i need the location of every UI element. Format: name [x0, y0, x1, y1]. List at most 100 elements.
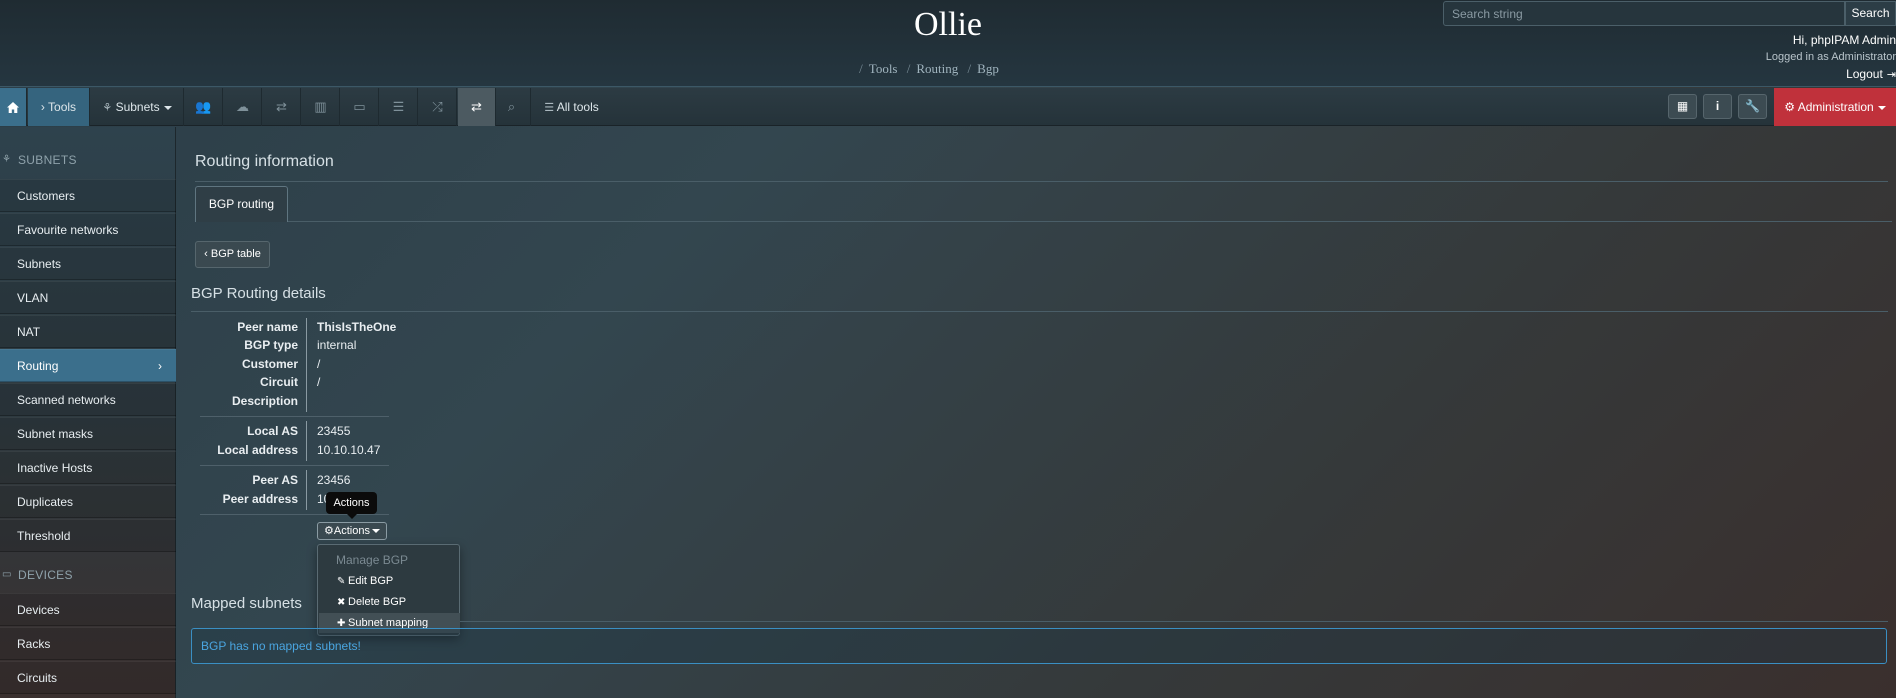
- page-title: Routing information: [195, 153, 334, 170]
- sidebar-item-favourite-networks[interactable]: Favourite networks: [0, 213, 176, 246]
- nav-groups[interactable]: 👥: [185, 88, 223, 126]
- sidebar-item-label: Circuits: [17, 671, 58, 685]
- nav-cloud[interactable]: ☁: [224, 88, 262, 126]
- sidebar-item-subnets[interactable]: Subnets: [0, 247, 176, 280]
- home-button[interactable]: [0, 88, 27, 126]
- pencil-icon: ✎: [337, 576, 346, 587]
- sidebar-header-label: DEVICES: [18, 568, 73, 582]
- menu-item-label: Edit BGP: [348, 575, 394, 587]
- sidebar-item-inactive-hosts[interactable]: Inactive Hosts: [0, 451, 176, 484]
- nav-map[interactable]: ▥: [302, 88, 340, 126]
- sidebar-item-threshold[interactable]: Threshold: [0, 519, 176, 552]
- sidebar-item-circuits[interactable]: Circuits: [0, 661, 176, 694]
- no-mapped-subnets-alert: BGP has no mapped subnets!: [191, 628, 1887, 664]
- peer-as-label: Peer AS: [252, 473, 298, 487]
- list-icon: ☰: [544, 102, 555, 114]
- caret-down-icon: [163, 105, 172, 110]
- desktop-icon: ▭: [353, 99, 366, 114]
- nav-tools[interactable]: › Tools: [28, 88, 90, 126]
- actions-label: Actions: [333, 525, 370, 537]
- th-large-icon: ▦: [1676, 99, 1689, 113]
- peer-name-label: Peer name: [237, 320, 298, 334]
- actions-tooltip: Actions: [326, 492, 377, 519]
- customer-label: Customer: [241, 357, 298, 371]
- sidebar-header-devices: ▭ DEVICES: [0, 560, 176, 590]
- tab-bar-divider: [288, 221, 1892, 222]
- nav-routing[interactable]: ⇄: [458, 88, 496, 126]
- sidebar-item-customers[interactable]: Customers: [0, 179, 176, 212]
- sidebar-item-label: Scanned networks: [17, 393, 116, 407]
- nav-nat[interactable]: ⤮: [419, 88, 457, 126]
- nav-devices[interactable]: ▭: [341, 88, 379, 126]
- circuit-value: /: [317, 375, 321, 389]
- chevron-right-icon: ›: [158, 359, 162, 373]
- map-icon: ▥: [314, 99, 327, 114]
- sidebar-header-label: SUBNETS: [18, 153, 77, 167]
- sidebar-item-label: Duplicates: [17, 495, 74, 509]
- nav-subnets-dropdown[interactable]: ⚘ Subnets: [91, 88, 184, 126]
- menu-item-label: Delete BGP: [348, 596, 407, 608]
- wrench-icon: 🔧: [1745, 99, 1760, 113]
- sidebar-item-duplicates[interactable]: Duplicates: [0, 485, 176, 518]
- details-divider: [191, 311, 1888, 312]
- local-address-value: 10.10.10.47: [317, 443, 381, 457]
- bgp-type-label: BGP type: [244, 338, 298, 352]
- actions-dropdown-menu: Manage BGP ✎ Edit BGP ✖ Delete BGP ✚ Subnet…: [317, 544, 460, 636]
- info-button[interactable]: i: [1703, 94, 1732, 119]
- sign-out-icon: ⇥: [1886, 69, 1896, 81]
- sidebar-item-racks[interactable]: Racks: [0, 627, 176, 660]
- circuit-label: Circuit: [259, 375, 298, 389]
- logged-in-as-text: Logged in as Administrator: [1765, 51, 1896, 63]
- edit-bgp-menu-item[interactable]: ✎ Edit BGP: [319, 571, 460, 591]
- sidebar-item-nat[interactable]: NAT: [0, 315, 176, 348]
- breadcrumb-tools[interactable]: Tools: [869, 61, 898, 76]
- peer-address-label: Peer address: [222, 492, 298, 506]
- sidebar-item-scanned-networks[interactable]: Scanned networks: [0, 383, 176, 416]
- sidebar-item-devices[interactable]: Devices: [0, 593, 176, 626]
- breadcrumb: / Tools / Routing / Bgp: [859, 61, 999, 76]
- sidebar-item-routing[interactable]: Routing ›: [0, 349, 176, 382]
- mapped-subnets-title: Mapped subnets: [191, 595, 302, 612]
- dashboard-button[interactable]: ▦: [1668, 94, 1697, 119]
- sidebar-item-label: Subnets: [17, 257, 62, 271]
- sidebar-item-subnet-masks[interactable]: Subnet masks: [0, 417, 176, 450]
- sidebar-item-label: Routing: [17, 359, 59, 373]
- tab-bgp-routing[interactable]: BGP routing: [195, 186, 288, 222]
- search-icon: ⌕: [507, 99, 516, 114]
- nav-vrf[interactable]: ⇄: [263, 88, 301, 126]
- sidebar-item-label: Customers: [17, 189, 76, 203]
- breadcrumb-bgp: Bgp: [977, 61, 999, 76]
- nav-list[interactable]: ☰: [380, 88, 418, 126]
- sitemap-icon: ⚘: [102, 102, 113, 114]
- cloud-icon: ☁: [236, 99, 249, 114]
- sidebar-item-vlan[interactable]: VLAN: [0, 281, 176, 314]
- delete-bgp-menu-item[interactable]: ✖ Delete BGP: [319, 592, 460, 612]
- caret-down-icon: [371, 529, 380, 534]
- details-divider-line: [306, 470, 307, 510]
- search-button[interactable]: Search: [1845, 1, 1896, 26]
- users-icon: 👥: [195, 99, 212, 114]
- logout-link[interactable]: Logout ⇥: [1846, 67, 1896, 81]
- search-input[interactable]: [1443, 1, 1845, 26]
- bgp-details-title: BGP Routing details: [191, 285, 326, 302]
- bgp-table-back-button[interactable]: ‹ BGP table: [195, 241, 270, 268]
- mapped-divider: [460, 621, 1888, 622]
- peer-name-value: ThisIsTheOne: [317, 320, 397, 334]
- random-icon: ⤮: [432, 99, 443, 114]
- sidebar-item-label: NAT: [17, 325, 41, 339]
- tools-button[interactable]: 🔧: [1738, 94, 1767, 119]
- gear-icon: ⚙: [1784, 100, 1796, 114]
- administration-dropdown[interactable]: ⚙ Administration: [1774, 88, 1896, 126]
- local-as-label: Local AS: [247, 424, 298, 438]
- row-separator: [200, 514, 389, 515]
- sidebar-item-label: VLAN: [17, 291, 49, 305]
- sidebar-item-label: Devices: [17, 603, 60, 617]
- info-icon: i: [1715, 99, 1720, 113]
- nav-all-tools[interactable]: ☰ All tools: [532, 88, 611, 126]
- nav-search[interactable]: ⌕: [493, 88, 531, 126]
- local-address-label: Local address: [217, 443, 298, 457]
- sitemap-icon: ⚘: [2, 154, 12, 165]
- actions-dropdown-button[interactable]: ⚙Actions: [317, 522, 387, 540]
- page-header: Ollie /Tools /Routing /Bgp Search Hi, ph…: [0, 0, 1896, 87]
- breadcrumb-routing[interactable]: Routing: [916, 61, 958, 76]
